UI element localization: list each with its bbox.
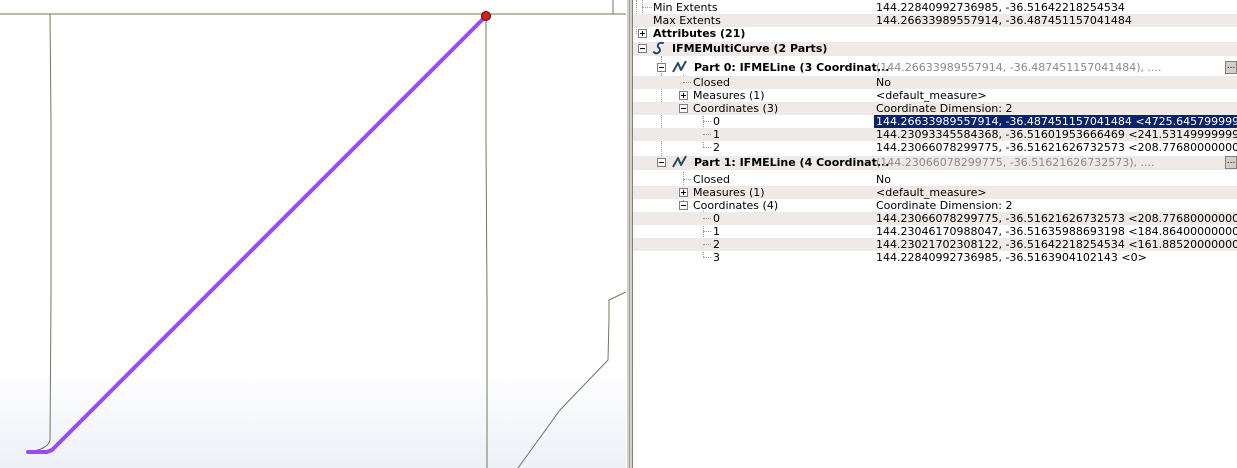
expand-part-1-measures-toggle[interactable] — [679, 188, 688, 197]
part-0-closed-value: No — [876, 76, 891, 89]
collapse-multicurve-toggle[interactable] — [638, 44, 647, 53]
coord-value: 144.23021702308122, -36.51642218254534 <… — [876, 238, 1237, 251]
part-1-value: (144.23066078299775, -36.51621626732573)… — [876, 156, 1155, 169]
part-0-details-button[interactable]: ... — [1225, 61, 1237, 74]
part-1-coordinates-label: Coordinates (4) — [693, 199, 779, 212]
part-0-coordinates-value: Coordinate Dimension: 2 — [876, 102, 1013, 115]
tree-row-part-1-coord-2[interactable]: 2 144.23021702308122, -36.51642218254534… — [633, 238, 1237, 251]
tree-guide-line — [703, 231, 711, 232]
coord-value: 144.22840992736985, -36.5163904102143 <0… — [876, 251, 1147, 264]
tree-row-part-0-coord-0[interactable]: 0 144.26633989557914, -36.48745115704148… — [633, 115, 1237, 128]
tree-row-part-0-closed[interactable]: Closed No — [633, 76, 1237, 89]
map-view[interactable] — [0, 0, 626, 468]
min-extents-value: 144.22840992736985, -36.51642218254534 — [876, 1, 1125, 14]
max-extents-value: 144.26633989557914, -36.487451157041484 — [876, 14, 1132, 27]
collapse-part-0-coordinates-toggle[interactable] — [679, 104, 688, 113]
selected-geometry-part-0[interactable] — [50, 14, 488, 452]
collapse-part-0-toggle[interactable] — [657, 63, 666, 72]
part-0-value: (144.26633989557914, -36.487451157041484… — [876, 61, 1162, 74]
tree-guide-line — [703, 134, 711, 135]
multicurve-label: IFMEMultiCurve (2 Parts) — [672, 42, 828, 55]
attributes-label: Attributes (21) — [653, 27, 746, 40]
part-1-details-button[interactable]: ... — [1225, 156, 1237, 169]
tree-row-min-extents[interactable]: Min Extents 144.22840992736985, -36.5164… — [633, 1, 1237, 14]
part-0-measures-label: Measures (1) — [693, 89, 765, 102]
part-0-coordinates-label: Coordinates (3) — [693, 102, 779, 115]
tree-guide-line — [703, 257, 711, 258]
coord-value: 144.23093345584368, -36.51601953666469 <… — [876, 128, 1237, 141]
boundary-line — [485, 16, 488, 468]
tree-guide-line — [683, 179, 691, 180]
max-extents-label: Max Extents — [653, 14, 721, 27]
coord-index: 1 — [713, 128, 720, 141]
min-extents-label: Min Extents — [653, 1, 718, 14]
tree-row-part-1-coord-1[interactable]: 1 144.23046170988047, -36.51635988693198… — [633, 225, 1237, 238]
panel-splitter[interactable] — [626, 0, 633, 468]
part-1-label: Part 1: IFMELine (4 Coordinat... — [694, 156, 890, 169]
tree-row-part-0-coordinates[interactable]: Coordinates (3) Coordinate Dimension: 2 — [633, 102, 1237, 115]
expand-attributes-toggle[interactable] — [638, 29, 647, 38]
tree-row-part-0-coord-1[interactable]: 1 144.23093345584368, -36.51601953666469… — [633, 128, 1237, 141]
vertex-marker[interactable] — [481, 11, 491, 21]
tree-row-part-1-coordinates[interactable]: Coordinates (4) Coordinate Dimension: 2 — [633, 199, 1237, 212]
boundary-line — [517, 291, 626, 468]
tree-row-multicurve[interactable]: IFMEMultiCurve (2 Parts) — [633, 41, 1237, 56]
tree-row-part-1[interactable]: Part 1: IFMELine (4 Coordinat... (144.23… — [633, 155, 1237, 170]
tree-row-max-extents[interactable]: Max Extents 144.26633989557914, -36.4874… — [633, 14, 1237, 27]
tree-row-part-0-coord-2[interactable]: 2 144.23066078299775, -36.51621626732573… — [633, 141, 1237, 154]
tree-row-part-1-coord-0[interactable]: 0 144.23066078299775, -36.51621626732573… — [633, 212, 1237, 225]
boundary-line — [25, 13, 52, 453]
tree-guide-line — [683, 82, 691, 83]
feature-info-tree[interactable]: Min Extents 144.22840992736985, -36.5164… — [633, 0, 1237, 468]
coord-value: 144.23066078299775, -36.51621626732573 <… — [876, 141, 1237, 154]
tree-row-part-1-closed[interactable]: Closed No — [633, 173, 1237, 186]
expand-part-0-measures-toggle[interactable] — [679, 91, 688, 100]
part-0-measures-value: <default_measure> — [876, 89, 987, 102]
map-canvas[interactable] — [0, 0, 626, 468]
tree-row-part-1-measures[interactable]: Measures (1) <default_measure> — [633, 186, 1237, 199]
coord-index: 2 — [713, 238, 720, 251]
part-0-label: Part 0: IFMELine (3 Coordinat... — [694, 61, 890, 74]
tree-row-part-1-coord-3[interactable]: 3 144.22840992736985, -36.5163904102143 … — [633, 251, 1237, 264]
coord-index: 2 — [713, 141, 720, 154]
line-icon — [672, 60, 688, 74]
tree-row-part-0[interactable]: Part 0: IFMELine (3 Coordinat... (144.26… — [633, 60, 1237, 75]
coord-index: 0 — [713, 212, 720, 225]
coord-index: 3 — [713, 251, 720, 264]
line-icon — [672, 155, 688, 169]
collapse-part-1-toggle[interactable] — [657, 158, 666, 167]
multicurve-icon — [652, 41, 668, 55]
tree-guide-line — [703, 218, 711, 219]
selected-geometry-part-1[interactable] — [26, 448, 54, 454]
tree-row-attributes[interactable]: Attributes (21) — [633, 27, 1237, 40]
coord-index: 0 — [713, 115, 720, 128]
collapse-part-1-coordinates-toggle[interactable] — [679, 201, 688, 210]
tree-guide-line — [703, 147, 711, 148]
tree-row-part-0-measures[interactable]: Measures (1) <default_measure> — [633, 89, 1237, 102]
coord-value: 144.23046170988047, -36.51635988693198 <… — [876, 225, 1237, 238]
tree-guide-line — [703, 121, 711, 122]
coord-index: 1 — [713, 225, 720, 238]
coord-value: 144.23066078299775, -36.51621626732573 <… — [876, 212, 1237, 225]
coord-value-selected[interactable]: 144.26633989557914, -36.487451157041484 … — [874, 115, 1237, 128]
part-1-closed-label: Closed — [693, 173, 730, 186]
part-1-measures-value: <default_measure> — [876, 186, 987, 199]
part-1-closed-value: No — [876, 173, 891, 186]
part-1-coordinates-value: Coordinate Dimension: 2 — [876, 199, 1013, 212]
splitter-grip — [629, 0, 630, 468]
part-1-measures-label: Measures (1) — [693, 186, 765, 199]
part-0-closed-label: Closed — [693, 76, 730, 89]
tree-guide-line — [703, 244, 711, 245]
